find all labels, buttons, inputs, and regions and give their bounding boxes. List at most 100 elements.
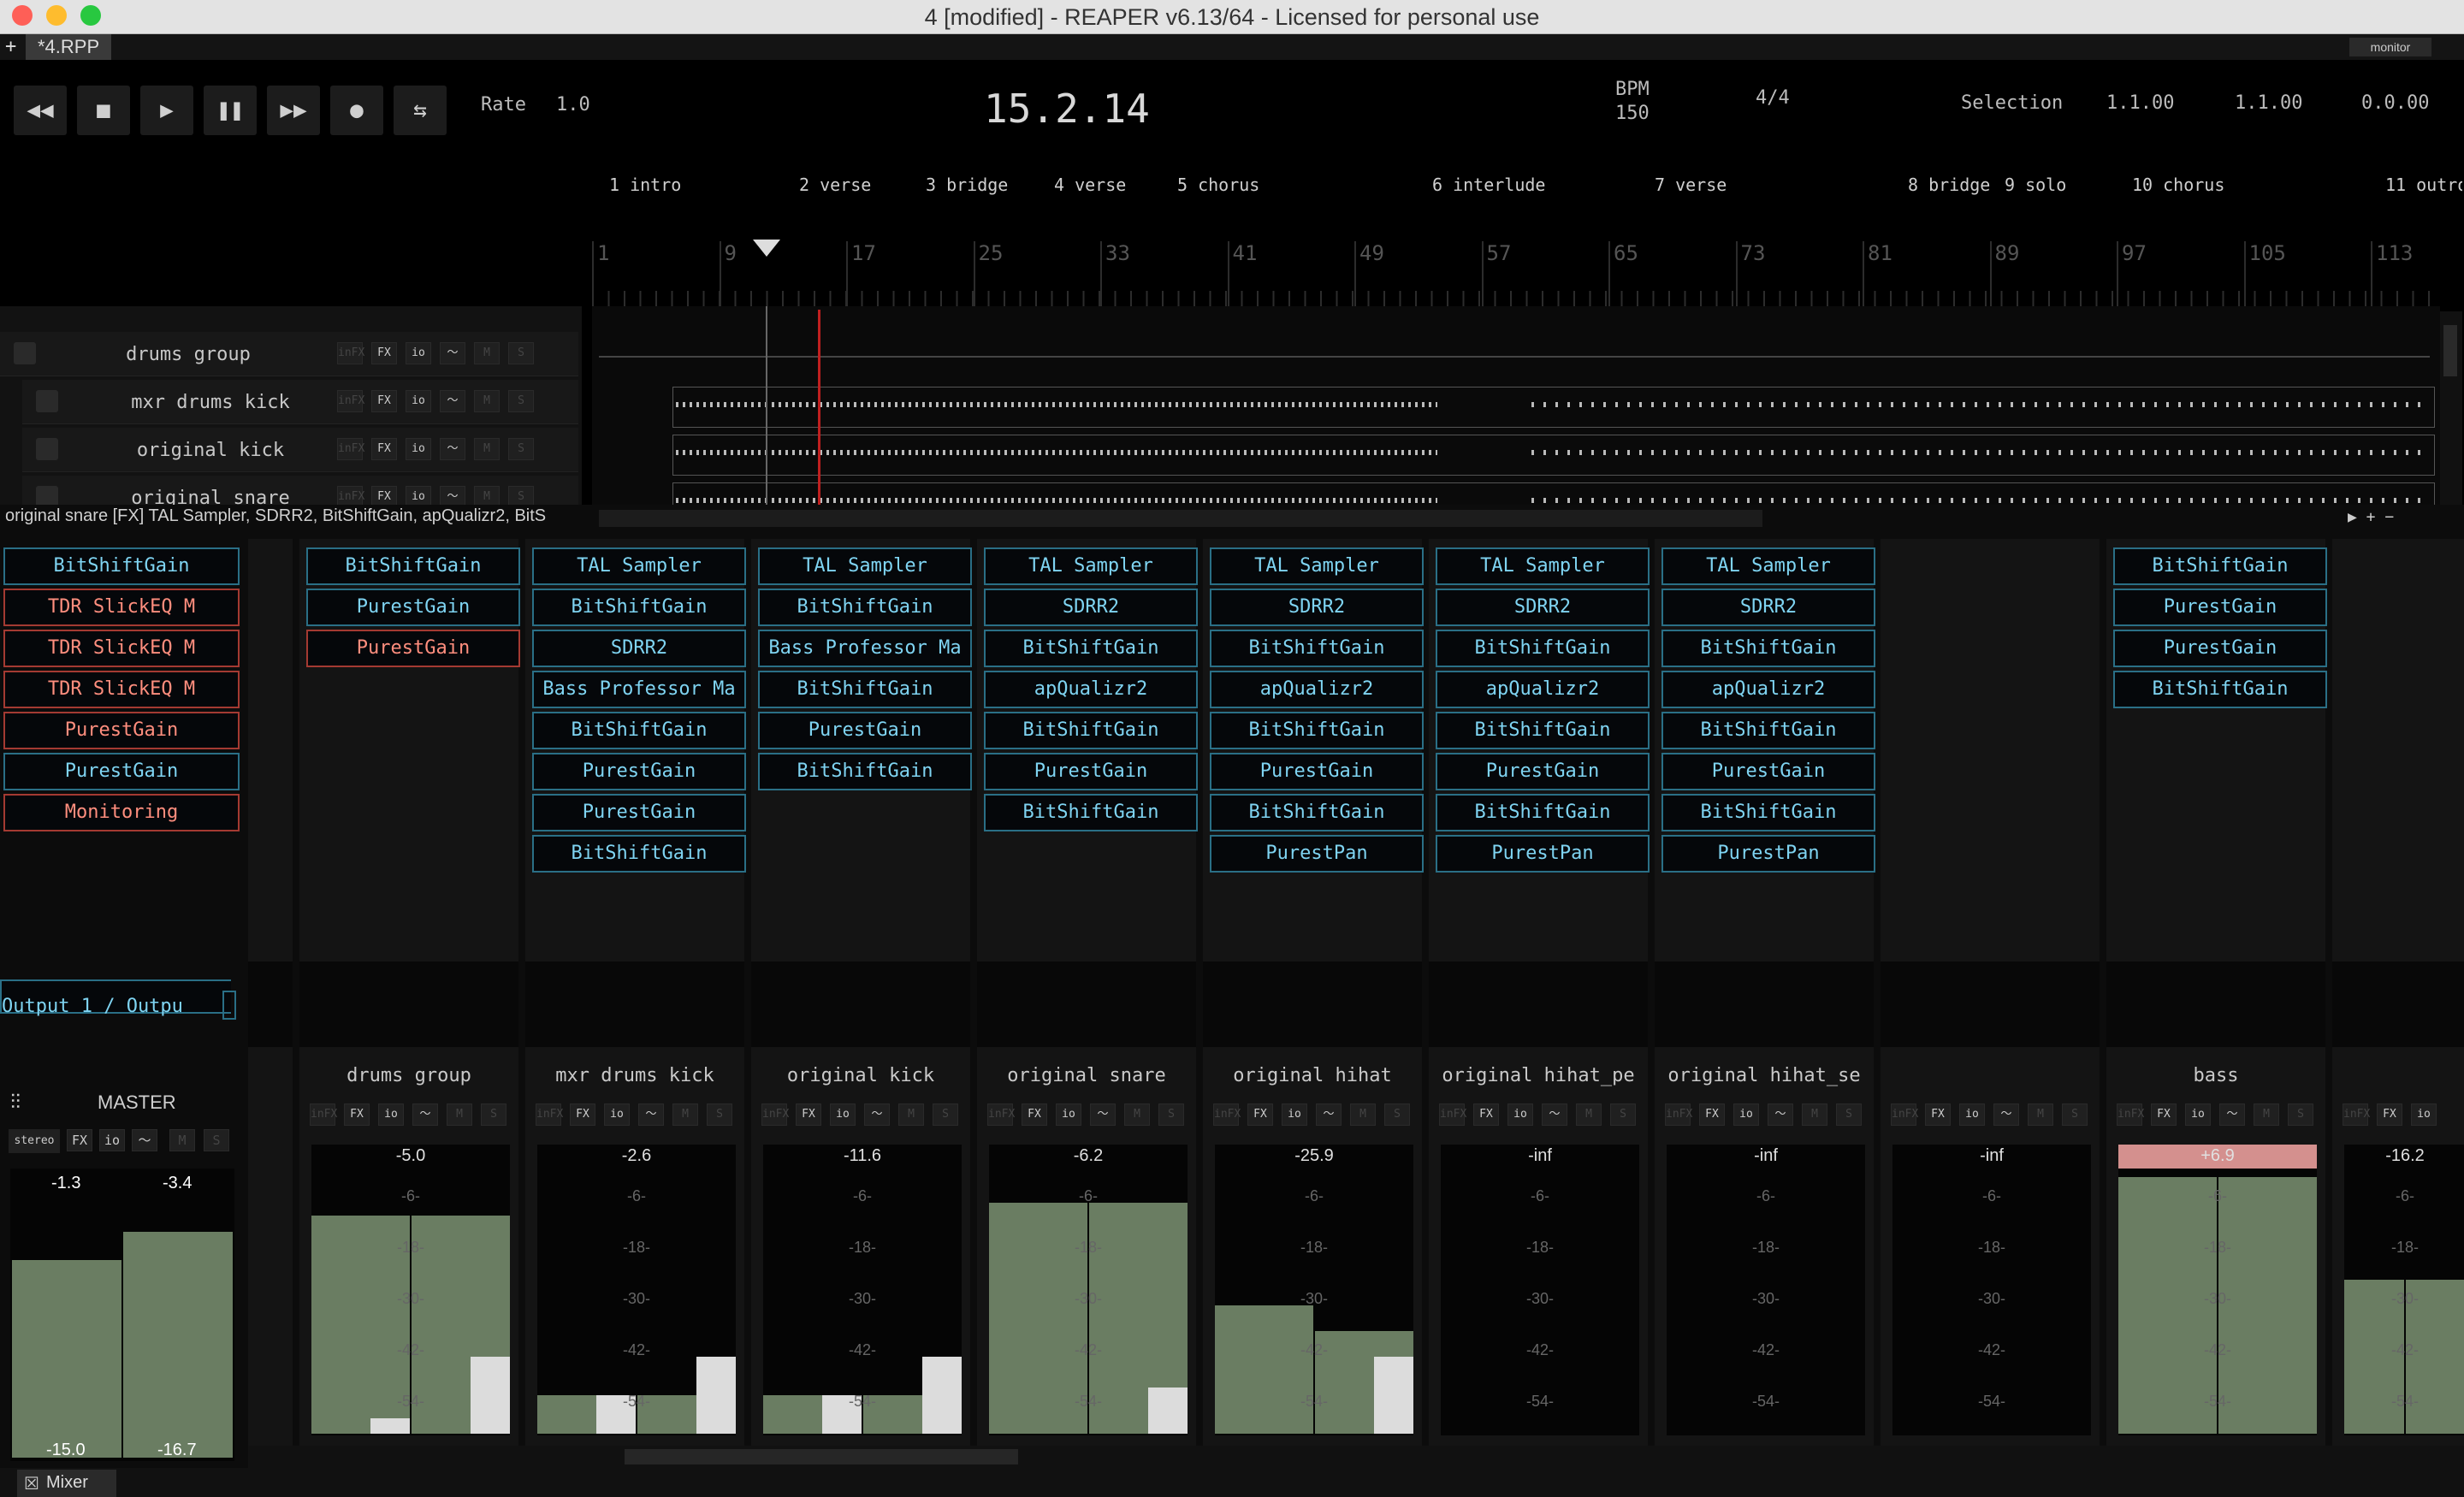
sends-area[interactable]	[1655, 962, 1874, 1047]
region-marker[interactable]: 7 verse	[1655, 175, 1903, 195]
channel-name[interactable]: original hihat	[1203, 1061, 1422, 1092]
peak-readout[interactable]: -6.2	[989, 1146, 1188, 1166]
selection-length[interactable]: 0.0.00	[2361, 92, 2429, 114]
region-marker[interactable]: 1 intro	[609, 175, 789, 195]
channel-m-button[interactable]: M	[2254, 1104, 2279, 1126]
channel-name[interactable]: drums group	[299, 1061, 518, 1092]
sends-area[interactable]	[299, 962, 518, 1047]
channel-io-button[interactable]: io	[2185, 1104, 2211, 1126]
master-solo-button[interactable]: S	[204, 1129, 229, 1151]
channel-env-button[interactable]: 〜	[2219, 1104, 2245, 1126]
fx-slot[interactable]: BitShiftGain	[984, 712, 1198, 749]
routing-icon[interactable]: ⫶⫶	[10, 1090, 21, 1114]
channel-name[interactable]: original snare	[977, 1061, 1196, 1092]
fx-slot[interactable]: BitShiftGain	[1661, 794, 1875, 831]
channel-fx-button[interactable]: FX	[2377, 1104, 2402, 1126]
channel-env-button[interactable]: 〜	[1090, 1104, 1116, 1126]
fx-slot[interactable]: TDR SlickEQ M	[3, 630, 240, 667]
media-item[interactable]	[672, 387, 2435, 428]
channel-s-button[interactable]: S	[1158, 1104, 1184, 1126]
fx-slot[interactable]: PurestGain	[984, 753, 1198, 790]
track-m-button[interactable]: M	[474, 438, 500, 460]
fx-slot[interactable]: PurestGain	[1210, 753, 1424, 790]
channel-fx-button[interactable]: FX	[1473, 1104, 1499, 1126]
project-tab[interactable]: *4.RPP	[26, 34, 112, 60]
fx-slot[interactable]: PurestGain	[2113, 630, 2327, 667]
fx-slot[interactable]: BitShiftGain	[758, 589, 972, 626]
playhead-marker-icon[interactable]	[753, 240, 780, 257]
channel-m-button[interactable]: M	[1802, 1104, 1827, 1126]
fx-slot[interactable]: PurestGain	[306, 630, 520, 667]
channel-infx-button[interactable]: inFX	[987, 1104, 1015, 1126]
sends-area[interactable]	[1881, 962, 2100, 1047]
zoom-buttons[interactable]: ▶ + −	[2348, 508, 2394, 526]
channel-m-button[interactable]: M	[1350, 1104, 1376, 1126]
fx-slot[interactable]: BitShiftGain	[532, 712, 746, 749]
region-marker[interactable]: 6 interlude	[1432, 175, 1646, 195]
selection-start[interactable]: 1.1.00	[2106, 92, 2174, 114]
channel-fx-button[interactable]: FX	[2151, 1104, 2177, 1126]
fx-slot[interactable]: BitShiftGain	[984, 630, 1198, 667]
vertical-scroll-thumb[interactable]	[2443, 325, 2457, 376]
sends-area[interactable]	[977, 962, 1196, 1047]
channel-m-button[interactable]: M	[2028, 1104, 2053, 1126]
fx-slot[interactable]: TAL Sampler	[984, 547, 1198, 585]
fx-slot[interactable]: BitShiftGain	[2113, 671, 2327, 708]
channel-fx-button[interactable]: FX	[1022, 1104, 1047, 1126]
track-m-button[interactable]: M	[474, 342, 500, 364]
fx-slot[interactable]: BitShiftGain	[3, 547, 240, 585]
loop-button[interactable]: ⇆	[394, 86, 447, 135]
master-io-button[interactable]: io	[99, 1129, 125, 1151]
region-marker[interactable]: 5 chorus	[1177, 175, 1425, 195]
fx-slot[interactable]: PurestGain	[3, 712, 240, 749]
bpm-value[interactable]: 150	[1615, 103, 1650, 124]
channel-name[interactable]: original hihat_se	[1655, 1061, 1874, 1092]
master-env-button[interactable]: 〜	[132, 1129, 157, 1151]
track-s-button[interactable]: S	[508, 342, 534, 364]
close-tab-icon[interactable]: ☒	[24, 1473, 39, 1494]
fx-slot[interactable]: BitShiftGain	[1436, 630, 1650, 667]
fx-slot[interactable]: PurestGain	[1661, 753, 1875, 790]
channel-fx-button[interactable]: FX	[1247, 1104, 1273, 1126]
channel-name[interactable]	[1881, 1061, 2100, 1092]
channel-infx-button[interactable]: inFX	[1665, 1104, 1692, 1126]
channel-s-button[interactable]: S	[707, 1104, 732, 1126]
sends-area[interactable]	[1203, 962, 1422, 1047]
peak-readout[interactable]: -2.6	[537, 1146, 736, 1166]
fx-slot[interactable]: BitShiftGain	[1661, 712, 1875, 749]
selection-end[interactable]: 1.1.00	[2235, 92, 2302, 114]
new-tab-button[interactable]: +	[5, 36, 16, 57]
fx-slot[interactable]: BitShiftGain	[758, 671, 972, 708]
channel-name[interactable]: original hihat_pe	[1429, 1061, 1648, 1092]
channel-fx-button[interactable]: FX	[344, 1104, 370, 1126]
fx-slot[interactable]: SDRR2	[984, 589, 1198, 626]
channel-infx-button[interactable]: inFX	[761, 1104, 789, 1126]
region-marker[interactable]: 4 verse	[1054, 175, 1170, 195]
channel-infx-button[interactable]: inFX	[2343, 1104, 2370, 1126]
channel-infx-button[interactable]: inFX	[1891, 1104, 1918, 1126]
channel-env-button[interactable]: 〜	[1542, 1104, 1567, 1126]
track-name[interactable]: mxr drums kick	[74, 392, 347, 413]
record-arm-button[interactable]	[14, 342, 36, 364]
horizontal-scrollbar[interactable]	[599, 510, 1762, 527]
fx-slot[interactable]: Bass Professor Ma	[758, 630, 972, 667]
channel-infx-button[interactable]: inFX	[1213, 1104, 1241, 1126]
fx-slot[interactable]: Bass Professor Ma	[532, 671, 746, 708]
media-item[interactable]	[672, 435, 2435, 476]
region-marker[interactable]: 3 bridge	[926, 175, 1045, 195]
channel-s-button[interactable]: S	[1836, 1104, 1862, 1126]
track-env-button[interactable]: 〜	[440, 438, 465, 460]
fx-slot[interactable]: apQualizr2	[984, 671, 1198, 708]
play-button[interactable]: ▶	[140, 86, 193, 135]
sends-area[interactable]	[248, 962, 293, 1047]
fx-slot[interactable]: PurestGain	[2113, 589, 2327, 626]
fx-slot[interactable]: BitShiftGain	[758, 753, 972, 790]
fx-slot[interactable]: TAL Sampler	[758, 547, 972, 585]
fx-slot[interactable]: BitShiftGain	[1661, 630, 1875, 667]
fx-slot[interactable]: BitShiftGain	[2113, 547, 2327, 585]
track-io-button[interactable]: io	[406, 390, 431, 412]
sends-area[interactable]	[1429, 962, 1648, 1047]
channel-fx-button[interactable]: FX	[570, 1104, 595, 1126]
fx-slot[interactable]: SDRR2	[532, 630, 746, 667]
channel-io-button[interactable]: io	[1056, 1104, 1081, 1126]
